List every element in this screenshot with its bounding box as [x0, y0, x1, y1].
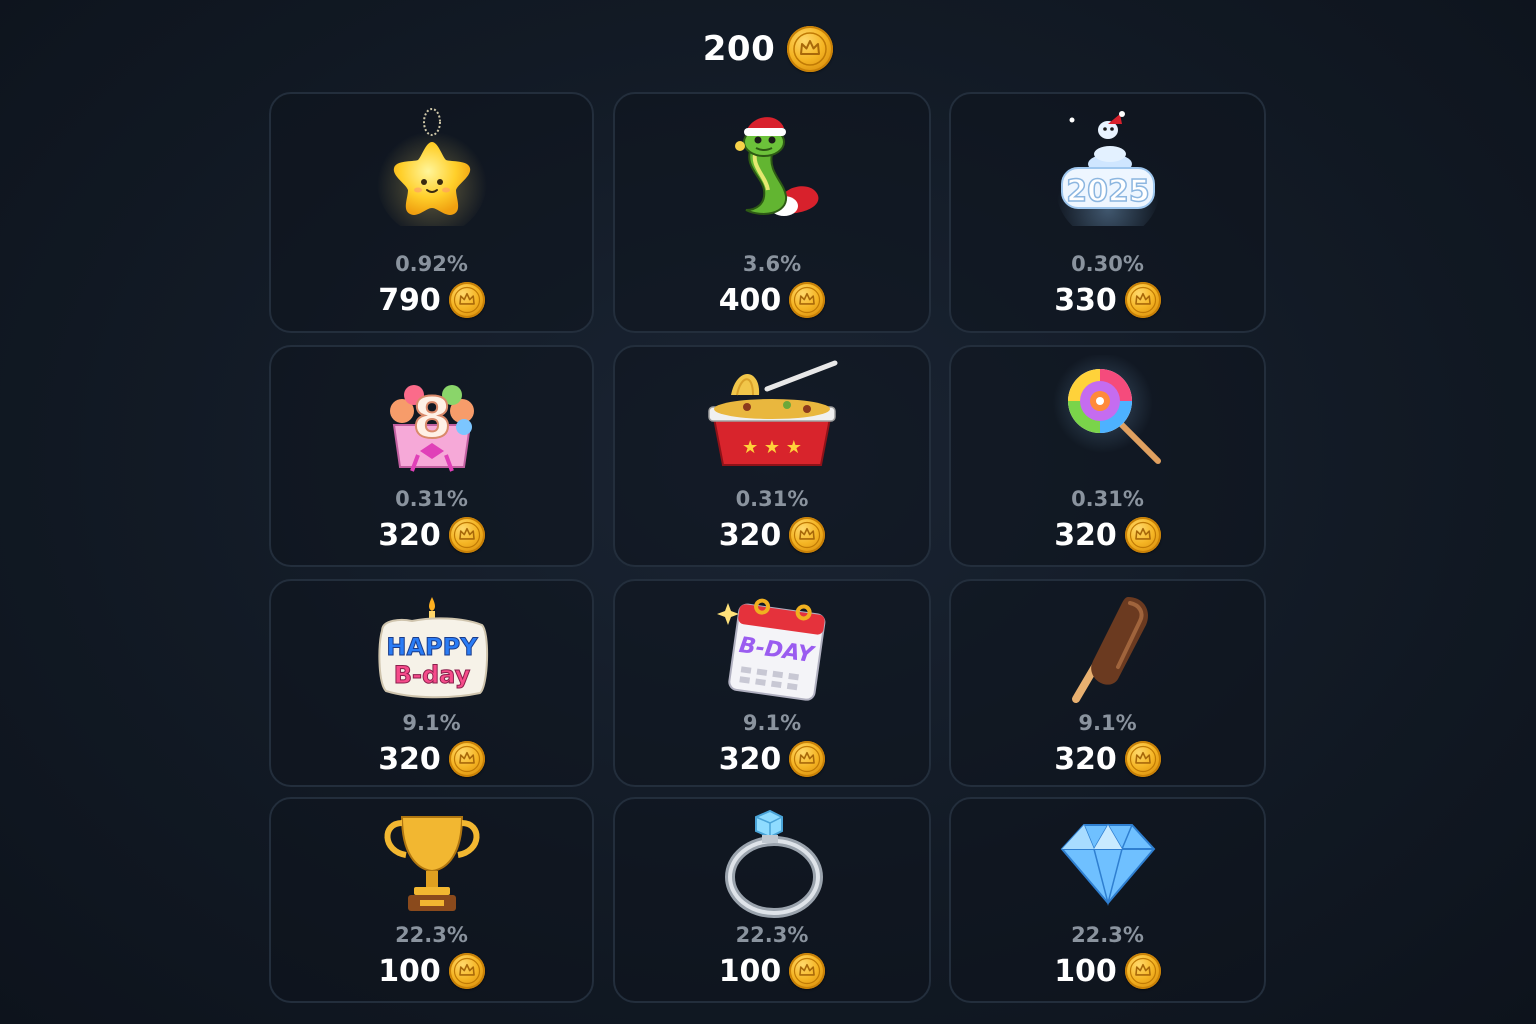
drop-chance: 0.92% — [395, 252, 468, 276]
crown-coin-icon — [789, 517, 826, 553]
gift-card-lollipop[interactable]: 0.31% 320 — [949, 345, 1266, 567]
crown-coin-icon — [1124, 282, 1161, 318]
price-tag: 330 — [951, 282, 1264, 318]
drop-chance: 0.31% — [395, 487, 468, 511]
price-tag: 100 — [615, 953, 929, 989]
price-tag: 400 — [615, 282, 929, 318]
bday-calendar-icon: B-DAY — [712, 587, 832, 707]
drop-chance: 0.30% — [1071, 252, 1144, 276]
crown-coin-icon — [448, 741, 485, 777]
sticker-bday-text: B-day — [393, 661, 470, 689]
drop-chance: 0.31% — [1071, 487, 1144, 511]
happy-bday-cake-icon: HAPPY B-day — [372, 587, 492, 707]
trophy-icon — [372, 803, 492, 923]
gift-card-2025[interactable]: 2025 0.30% 330 — [949, 92, 1266, 333]
price-value: 330 — [1054, 282, 1117, 318]
crown-coin-icon — [448, 517, 485, 553]
price-value: 320 — [1054, 741, 1117, 777]
gift-card-snake[interactable]: 3.6% 400 — [613, 92, 931, 333]
price-value: 100 — [1054, 953, 1117, 989]
price-tag: 100 — [271, 953, 592, 989]
price-tag: 320 — [271, 517, 592, 553]
star-keychain-icon — [372, 106, 492, 226]
diamond-ring-icon — [712, 803, 832, 923]
gift-card-popsicle[interactable]: 9.1% 320 — [949, 579, 1266, 787]
gift-card-happy-bday[interactable]: HAPPY B-day 9.1% 320 — [269, 579, 594, 787]
svg-text:★ ★ ★: ★ ★ ★ — [742, 437, 802, 458]
price-tag: 320 — [951, 517, 1264, 553]
crown-coin-icon — [787, 26, 834, 72]
price-value: 320 — [1054, 517, 1117, 553]
crown-coin-icon — [1124, 953, 1161, 989]
drop-chance: 9.1% — [742, 711, 802, 735]
crown-coin-icon — [448, 282, 485, 318]
lollipop-icon — [1048, 355, 1168, 475]
gift-card-flower-cake[interactable]: 8 0.31% 320 — [269, 345, 594, 567]
price-tag: 100 — [951, 953, 1264, 989]
gift-card-noodles[interactable]: ★ ★ ★ 0.31% 320 — [613, 345, 931, 567]
sticker-digit-text: 8 — [412, 386, 451, 451]
gift-card-calendar[interactable]: B-DAY 9.1% 320 — [613, 579, 931, 787]
drop-chance: 22.3% — [395, 923, 468, 947]
price-tag: 320 — [951, 741, 1264, 777]
gift-card-star[interactable]: 0.92% 790 — [269, 92, 594, 333]
price-tag: 320 — [271, 741, 592, 777]
drop-chance: 9.1% — [402, 711, 461, 735]
balance-amount: 200 — [702, 29, 776, 69]
price-value: 320 — [378, 741, 441, 777]
snake-santa-hat-icon — [712, 106, 832, 226]
crown-coin-icon — [1124, 517, 1161, 553]
price-value: 100 — [378, 953, 441, 989]
crown-coin-icon — [789, 282, 826, 318]
price-value: 320 — [718, 741, 782, 777]
crown-coin-icon — [448, 953, 485, 989]
chocolate-popsicle-icon — [1048, 587, 1168, 707]
diamond-icon — [1048, 803, 1168, 923]
crown-coin-icon — [1124, 741, 1161, 777]
price-value: 790 — [378, 282, 441, 318]
price-tag: 320 — [615, 517, 929, 553]
price-value: 100 — [718, 953, 782, 989]
flower-cake-8-icon: 8 — [372, 355, 492, 475]
gift-card-diamond[interactable]: 22.3% 100 — [949, 797, 1266, 1003]
drop-chance: 0.31% — [735, 487, 809, 511]
price-value: 400 — [718, 282, 782, 318]
crown-coin-icon — [789, 953, 826, 989]
sticker-year-text: 2025 — [1066, 174, 1150, 209]
noodle-box-icon: ★ ★ ★ — [708, 355, 838, 475]
gift-card-trophy[interactable]: 22.3% 100 — [269, 797, 594, 1003]
balance-display: 200 — [0, 24, 1536, 74]
price-tag: 790 — [271, 282, 592, 318]
snow-snake-2025-icon: 2025 — [1048, 106, 1168, 226]
sticker-happy-text: HAPPY — [386, 633, 478, 661]
price-value: 320 — [718, 517, 782, 553]
gift-card-ring[interactable]: 22.3% 100 — [613, 797, 931, 1003]
crown-coin-icon — [789, 741, 826, 777]
price-value: 320 — [378, 517, 441, 553]
drop-chance: 9.1% — [1078, 711, 1137, 735]
price-tag: 320 — [615, 741, 929, 777]
drop-chance: 22.3% — [1071, 923, 1144, 947]
drop-chance: 22.3% — [735, 923, 809, 947]
drop-chance: 3.6% — [742, 252, 802, 276]
